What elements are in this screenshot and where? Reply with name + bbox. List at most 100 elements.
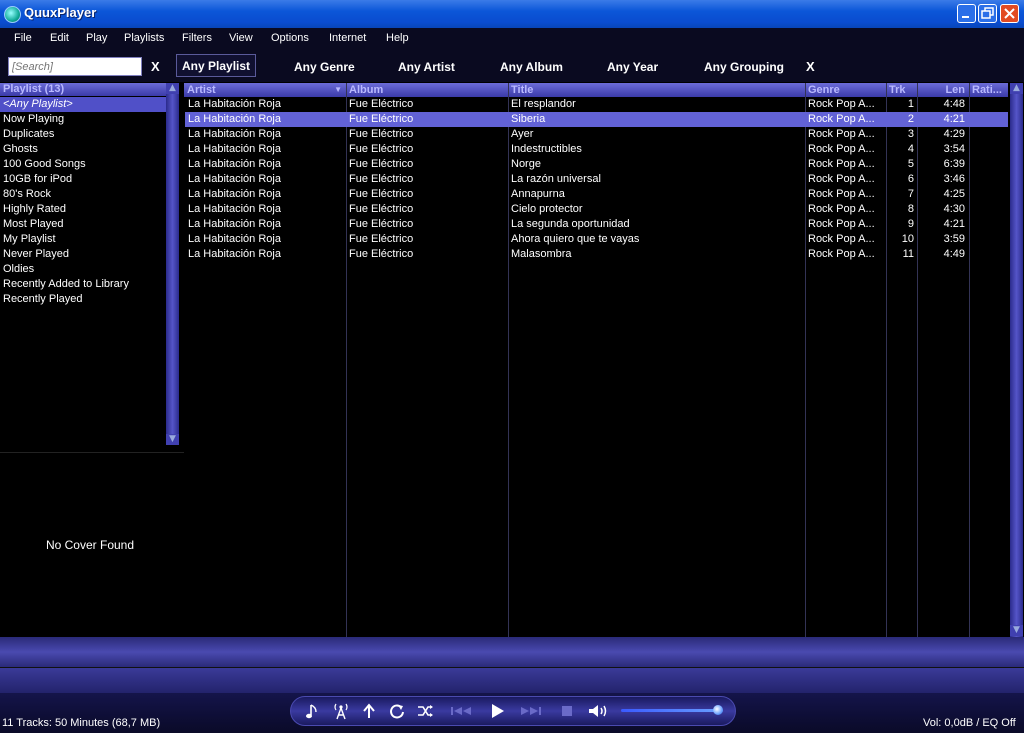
playlist-item[interactable]: Duplicates: [0, 127, 166, 142]
cell-genre: Rock Pop A...: [808, 218, 875, 230]
menu-view[interactable]: View: [229, 32, 253, 44]
title-bar: [0, 0, 1024, 28]
radio-icon[interactable]: [331, 702, 351, 720]
search-clear-button[interactable]: X: [151, 59, 160, 74]
playlist-item[interactable]: Highly Rated: [0, 202, 166, 217]
playlist-item[interactable]: Now Playing: [0, 112, 166, 127]
column-title[interactable]: Title: [508, 83, 805, 97]
cell-title: Malasombra: [511, 248, 572, 260]
track-scrollbar[interactable]: [1010, 83, 1023, 637]
sort-desc-icon: ▼: [334, 85, 342, 94]
filter-genre[interactable]: Any Genre: [294, 60, 355, 74]
table-row[interactable]: La Habitación Roja Fue Eléctrico Ahora qui…: [185, 232, 1008, 247]
cell-artist: La Habitación Roja: [188, 248, 281, 260]
cell-length: 3:46: [943, 173, 965, 185]
restore-button[interactable]: [978, 4, 997, 23]
volume-icon[interactable]: [587, 702, 611, 720]
menu-internet[interactable]: Internet: [329, 32, 366, 44]
table-row[interactable]: La Habitación Roja Fue Eléctrico Malasombr…: [185, 247, 1008, 262]
filter-artist[interactable]: Any Artist: [398, 60, 455, 74]
search-input[interactable]: [8, 57, 142, 76]
column-rating[interactable]: Rati...: [969, 83, 1008, 97]
menu-play[interactable]: Play: [86, 32, 107, 44]
playlist-item[interactable]: Recently Added to Library: [0, 277, 166, 292]
cell-title: La segunda oportunidad: [511, 218, 630, 230]
playlist-scrollbar[interactable]: [166, 83, 179, 445]
filter-grouping[interactable]: Any Grouping: [704, 60, 784, 74]
table-row[interactable]: La Habitación Roja Fue Eléctrico La segund…: [185, 217, 1008, 232]
scroll-down-icon[interactable]: ▼: [1010, 625, 1023, 636]
play-icon[interactable]: [487, 702, 507, 720]
cell-genre: Rock Pop A...: [808, 173, 875, 185]
filter-year[interactable]: Any Year: [607, 60, 658, 74]
playlist-item[interactable]: My Playlist: [0, 232, 166, 247]
cell-title: Cielo protector: [511, 203, 583, 215]
volume-slider-handle[interactable]: [712, 705, 723, 715]
playlist-item[interactable]: 80's Rock: [0, 187, 166, 202]
filters-clear-button[interactable]: X: [806, 59, 815, 74]
filter-playlist[interactable]: Any Playlist: [176, 54, 257, 77]
playlist-item[interactable]: Never Played: [0, 247, 166, 262]
scroll-down-icon[interactable]: ▼: [166, 434, 179, 445]
cell-album: Fue Eléctrico: [349, 143, 414, 155]
music-note-icon[interactable]: [303, 702, 323, 720]
cell-title: Ayer: [511, 128, 534, 140]
playlist-header[interactable]: Playlist (13): [0, 83, 166, 96]
cell-artist: La Habitación Roja: [188, 203, 281, 215]
cell-artist: La Habitación Roja: [188, 113, 281, 125]
up-arrow-icon[interactable]: [359, 702, 379, 720]
playlist-item[interactable]: 10GB for iPod: [0, 172, 166, 187]
menu-edit[interactable]: Edit: [50, 32, 69, 44]
column-album[interactable]: Album: [346, 83, 508, 97]
table-row[interactable]: La Habitación Roja Fue Eléctrico Indestruc…: [185, 142, 1008, 157]
previous-icon[interactable]: [449, 702, 475, 720]
cell-title: Indestructibles: [511, 143, 582, 155]
cell-artist: La Habitación Roja: [188, 218, 281, 230]
shuffle-icon[interactable]: [415, 702, 435, 720]
info-band: [0, 637, 1024, 667]
cell-track: 2: [907, 113, 914, 125]
table-row[interactable]: La Habitación Roja Fue Eléctrico El respla…: [185, 97, 1008, 112]
cell-artist: La Habitación Roja: [188, 233, 281, 245]
playlist-item[interactable]: <Any Playlist>: [0, 97, 166, 112]
close-button[interactable]: [1000, 4, 1019, 23]
filter-album[interactable]: Any Album: [500, 60, 563, 74]
cell-artist: La Habitación Roja: [188, 98, 281, 110]
cell-length: 4:21: [943, 218, 965, 230]
table-row[interactable]: La Habitación Roja Fue Eléctrico Norge Rock…: [185, 157, 1008, 172]
column-artist[interactable]: Artist ▼: [184, 83, 346, 97]
progress-band[interactable]: [0, 667, 1024, 694]
repeat-icon[interactable]: [387, 702, 407, 720]
playlist-item[interactable]: Oldies: [0, 262, 166, 277]
stop-icon[interactable]: [557, 702, 577, 720]
column-genre[interactable]: Genre: [805, 83, 886, 97]
column-track[interactable]: Trk: [886, 83, 917, 97]
table-row[interactable]: La Habitación Roja Fue Eléctrico Siberia Ro…: [185, 112, 1008, 127]
cell-album: Fue Eléctrico: [349, 173, 414, 185]
menu-file[interactable]: File: [14, 32, 32, 44]
menu-filters[interactable]: Filters: [182, 32, 212, 44]
minimize-button[interactable]: [957, 4, 976, 23]
table-row[interactable]: La Habitación Roja Fue Eléctrico Cielo pro…: [185, 202, 1008, 217]
volume-eq-status[interactable]: Vol: 0,0dB / EQ Off: [923, 717, 1016, 729]
cell-album: Fue Eléctrico: [349, 248, 414, 260]
table-row[interactable]: La Habitación Roja Fue Eléctrico Ayer Rock …: [185, 127, 1008, 142]
cell-album: Fue Eléctrico: [349, 158, 414, 170]
playlist-item[interactable]: Most Played: [0, 217, 166, 232]
cell-title: El resplandor: [511, 98, 576, 110]
volume-slider[interactable]: [621, 709, 723, 712]
playlist-item[interactable]: Recently Played: [0, 292, 166, 307]
table-row[interactable]: La Habitación Roja Fue Eléctrico La razón …: [185, 172, 1008, 187]
scroll-up-icon[interactable]: ▲: [1010, 83, 1023, 94]
table-row[interactable]: La Habitación Roja Fue Eléctrico Annapurna…: [185, 187, 1008, 202]
cell-track: 3: [907, 128, 914, 140]
column-length[interactable]: Len: [917, 83, 969, 97]
next-icon[interactable]: [518, 702, 544, 720]
menu-options[interactable]: Options: [271, 32, 309, 44]
scroll-up-icon[interactable]: ▲: [166, 83, 179, 94]
menu-playlists[interactable]: Playlists: [124, 32, 164, 44]
menu-help[interactable]: Help: [386, 32, 409, 44]
cell-genre: Rock Pop A...: [808, 158, 875, 170]
playlist-item[interactable]: Ghosts: [0, 142, 166, 157]
playlist-item[interactable]: 100 Good Songs: [0, 157, 166, 172]
